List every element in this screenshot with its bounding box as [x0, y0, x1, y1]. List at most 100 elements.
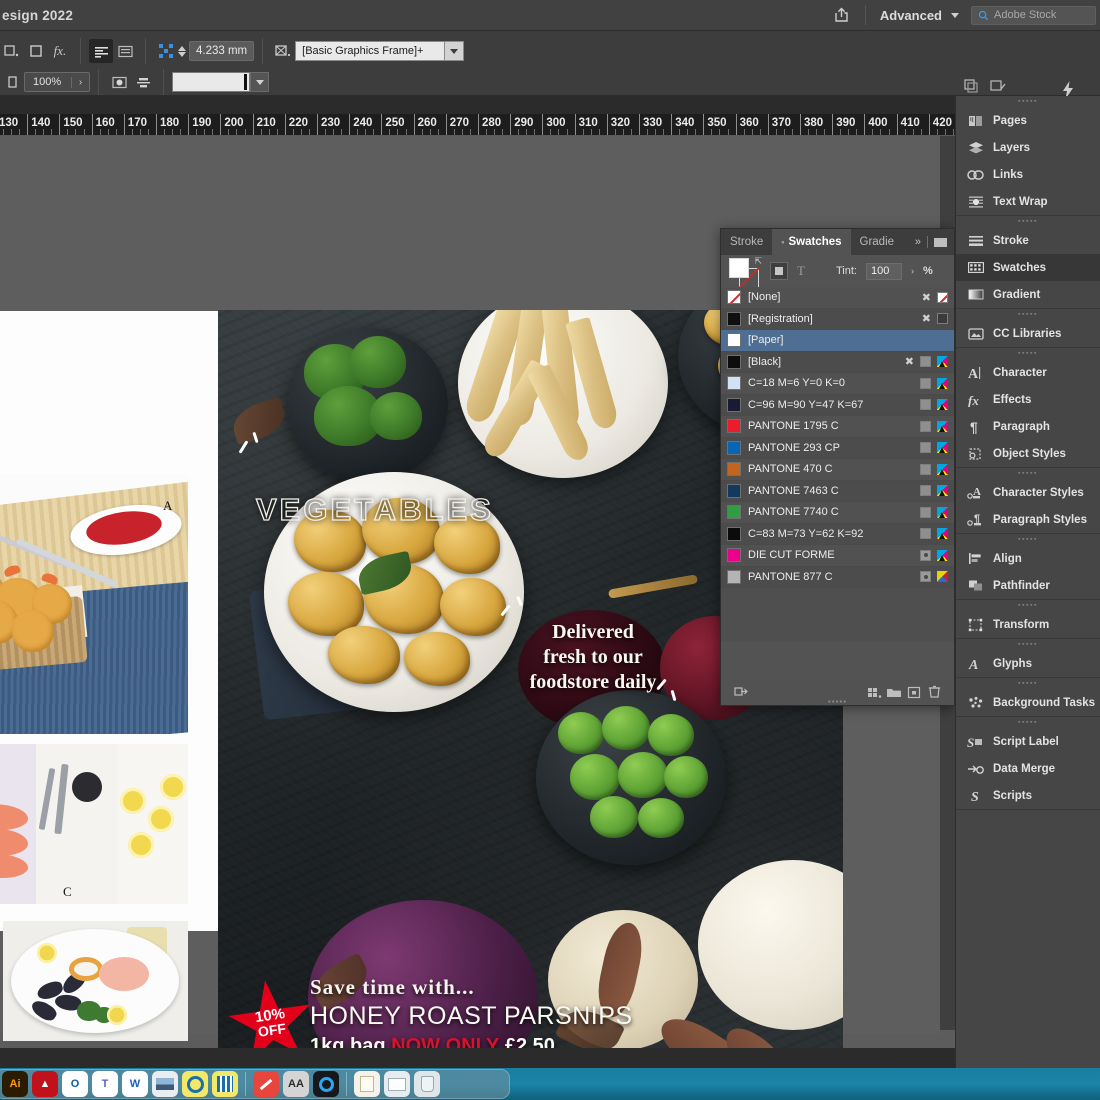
swatch-row[interactable]: PANTONE 7740 C	[721, 502, 954, 524]
dock-item-paragraph[interactable]: ¶ Paragraph	[956, 413, 1100, 440]
dock-item-stroke[interactable]: Stroke	[956, 227, 1100, 254]
panel-tab-gradie[interactable]: Gradie	[851, 229, 904, 255]
swatch-row[interactable]: C=18 M=6 Y=0 K=0	[721, 373, 954, 395]
image-frame-salmon-lemon[interactable]	[0, 744, 188, 904]
fill-frame-proportionally-icon[interactable]	[107, 70, 131, 94]
panel-resize-grip[interactable]: ▪▪▪▪▪	[828, 697, 847, 706]
align-vertical-center-icon[interactable]	[131, 70, 155, 94]
dock-item-cc-libraries[interactable]: CC Libraries	[956, 320, 1100, 347]
dock-group-grip[interactable]: ▪▪▪▪▪	[956, 639, 1100, 650]
dock-group-grip[interactable]: ▪▪▪▪▪	[956, 468, 1100, 479]
dock-item-character[interactable]: A Character	[956, 359, 1100, 386]
dock-item-text-wrap[interactable]: Text Wrap	[956, 188, 1100, 215]
dock-item-effects[interactable]: fx Effects	[956, 386, 1100, 413]
swatch-row[interactable]: PANTONE 7463 C	[721, 480, 954, 502]
taskbar-app-adobe-acrobat[interactable]: ▲	[32, 1071, 58, 1097]
dock-group-grip[interactable]: ▪▪▪▪▪	[956, 678, 1100, 689]
chevron-double-right-icon[interactable]: »	[915, 236, 921, 248]
dock-group-grip[interactable]: ▪▪▪▪▪	[956, 717, 1100, 728]
taskbar-app-microsoft-word[interactable]: W	[122, 1071, 148, 1097]
tint-field[interactable]: 100	[865, 262, 902, 280]
dock-group-grip[interactable]: ▪▪▪▪▪	[956, 309, 1100, 320]
swatches-list[interactable]: [None] ✖ [Registration] ✖ [Paper] [Black] ✖ C=1…	[721, 287, 954, 642]
workspace-switcher[interactable]: Advanced	[872, 8, 967, 23]
taskbar-app-preview[interactable]	[152, 1071, 178, 1097]
horizontal-ruler[interactable]: 130 140 150 160 170 180 190 200 210 220 230 240 250 2…	[0, 114, 955, 136]
dock-item-align[interactable]: Align	[956, 545, 1100, 572]
new-swatch-group-icon[interactable]	[884, 683, 904, 701]
fit-content-icon[interactable]	[0, 70, 24, 94]
image-frame-seafood-plate[interactable]	[3, 921, 188, 1041]
swatch-row[interactable]: C=96 M=90 Y=47 K=67	[721, 394, 954, 416]
dock-item-pathfinder[interactable]: Pathfinder	[956, 572, 1100, 599]
dock-item-links[interactable]: Links	[956, 161, 1100, 188]
dock-group-grip[interactable]: ▪▪▪▪▪	[956, 216, 1100, 227]
show-all-swatches-icon[interactable]	[731, 683, 751, 701]
swatch-row[interactable]: [Black] ✖	[721, 351, 954, 373]
dock-group-grip[interactable]: ▪▪▪▪▪	[956, 348, 1100, 359]
taskbar-app-imposition-app[interactable]	[212, 1071, 238, 1097]
object-style-dropdown[interactable]: [Basic Graphics Frame]+	[295, 41, 465, 61]
dock-item-character-styles[interactable]: A Character Styles	[956, 479, 1100, 506]
formatting-affects-text-icon[interactable]: T	[797, 263, 805, 279]
swatch-row[interactable]: PANTONE 470 C	[721, 459, 954, 481]
dock-item-layers[interactable]: Layers	[956, 134, 1100, 161]
image-frame-shrimp-basket[interactable]	[0, 474, 188, 734]
new-swatch-icon[interactable]	[904, 683, 924, 701]
taskbar-app-quicktime-player[interactable]	[313, 1071, 339, 1097]
swatch-row[interactable]: PANTONE 877 C	[721, 566, 954, 588]
new-color-group-icon[interactable]	[864, 683, 884, 701]
corner-radius-field[interactable]: 4.233 mm	[189, 41, 255, 61]
effects-fx-icon[interactable]: fx.	[48, 39, 72, 63]
dock-item-data-merge[interactable]: Data Merge	[956, 755, 1100, 782]
dock-item-object-styles[interactable]: Object Styles	[956, 440, 1100, 467]
dock-item-background-tasks[interactable]: Background Tasks	[956, 689, 1100, 716]
taskbar-app-adobe-illustrator[interactable]: Ai	[2, 1071, 28, 1097]
frame-fitting-icon[interactable]	[0, 39, 24, 63]
adobe-stock-search[interactable]: Adobe Stock	[971, 5, 1096, 25]
panel-tab-stroke[interactable]: Stroke	[721, 229, 772, 255]
swatches-panel[interactable]: Stroke ◦ Swatches Gradie » ⇱ T Tint: 100 › %…	[720, 228, 955, 706]
dock-item-transform[interactable]: Transform	[956, 611, 1100, 638]
dock-item-pages[interactable]: Pages	[956, 107, 1100, 134]
corner-shape-icon[interactable]	[154, 39, 178, 63]
panel-menu-icon[interactable]	[934, 237, 947, 247]
dock-item-scripts[interactable]: S Scripts	[956, 782, 1100, 809]
tint-stepper-icon[interactable]: ›	[911, 266, 914, 276]
text-frame-options-icon[interactable]	[113, 39, 137, 63]
fill-stroke-proxy[interactable]: ⇱	[729, 256, 762, 288]
taskbar-app-microsoft-outlook[interactable]: O	[62, 1071, 88, 1097]
taskbar-app-art-pen-app[interactable]	[253, 1071, 279, 1097]
text-align-left-icon[interactable]	[89, 39, 113, 63]
swatch-row[interactable]: [None] ✖	[721, 287, 954, 309]
dock-item-paragraph-styles[interactable]: ¶ Paragraph Styles	[956, 506, 1100, 533]
swatch-row[interactable]: [Paper]	[721, 330, 954, 352]
swatch-row[interactable]: [Registration] ✖	[721, 308, 954, 330]
swatch-row[interactable]: PANTONE 293 CP	[721, 437, 954, 459]
rectangle-frame-icon[interactable]	[24, 39, 48, 63]
stroke-style-dropdown[interactable]	[250, 72, 269, 92]
dock-item-swatches[interactable]: Swatches	[956, 254, 1100, 281]
swatch-row[interactable]: PANTONE 1795 C	[721, 416, 954, 438]
taskbar-app-font-book[interactable]: AA	[283, 1071, 309, 1097]
dock-group-grip[interactable]: ▪▪▪▪▪	[956, 534, 1100, 545]
delete-swatch-icon[interactable]	[924, 683, 944, 701]
taskbar-app-trash[interactable]	[414, 1071, 440, 1097]
share-icon[interactable]	[825, 0, 859, 31]
dock-item-glyphs[interactable]: A Glyphs	[956, 650, 1100, 677]
dock-item-script-label[interactable]: S Script Label	[956, 728, 1100, 755]
taskbar-app-downloads-stack[interactable]	[384, 1071, 410, 1097]
dock-group-grip[interactable]: ▪▪▪▪▪	[956, 600, 1100, 611]
zoom-level-field[interactable]: 100% ›	[24, 72, 90, 92]
swatch-row[interactable]: DIE CUT FORME	[721, 545, 954, 567]
taskbar-app-microsoft-teams[interactable]: T	[92, 1071, 118, 1097]
swap-fill-stroke-icon[interactable]: ⇱	[754, 256, 762, 267]
taskbar-app-enfocus-pitstop[interactable]	[182, 1071, 208, 1097]
formatting-affects-container-icon[interactable]	[770, 262, 788, 280]
corner-radius-stepper[interactable]	[178, 45, 186, 57]
object-style-target-icon[interactable]	[271, 39, 295, 63]
dock-item-gradient[interactable]: Gradient	[956, 281, 1100, 308]
stroke-style-preview[interactable]	[172, 72, 250, 92]
fill-proxy[interactable]	[729, 258, 749, 278]
panel-tab-swatches[interactable]: ◦ Swatches	[772, 229, 851, 255]
